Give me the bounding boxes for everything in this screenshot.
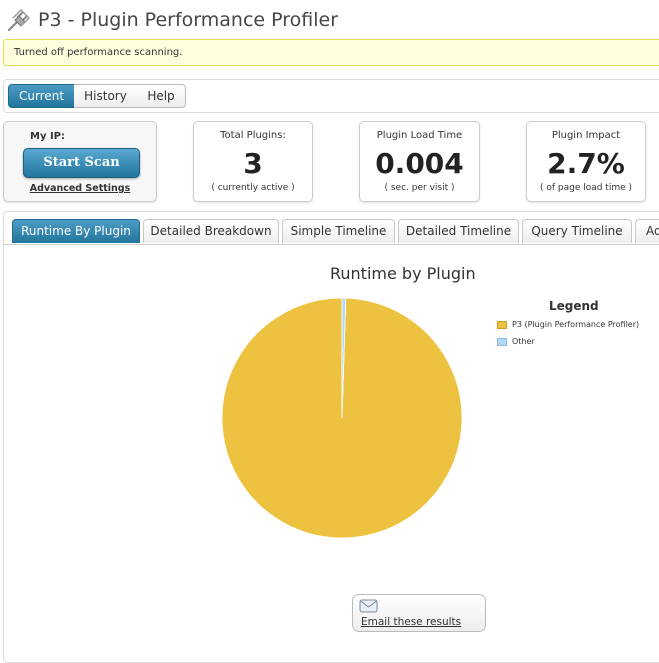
page-title: P3 - Plugin Performance Profiler — [38, 9, 339, 31]
load-time-value: 0.004 — [375, 147, 464, 180]
tab-detailed-breakdown[interactable]: Detailed Breakdown — [143, 219, 279, 243]
tab-advanced[interactable]: Ad — [635, 219, 659, 243]
tab-query-timeline[interactable]: Query Timeline — [522, 219, 632, 243]
email-results-button[interactable]: Email these results — [352, 594, 486, 632]
chart-title: Runtime by Plugin — [330, 264, 476, 283]
advanced-settings-link[interactable]: Advanced Settings — [4, 183, 156, 194]
tab-simple-timeline[interactable]: Simple Timeline — [282, 219, 395, 243]
legend-title: Legend — [549, 299, 599, 313]
tab-history[interactable]: History — [74, 84, 138, 108]
total-plugins-title: Total Plugins: — [220, 130, 286, 141]
notice-banner: Turned off performance scanning. — [3, 39, 659, 66]
impact-title: Plugin Impact — [551, 130, 621, 141]
email-results-label: Email these results — [361, 616, 462, 628]
tab-current[interactable]: Current — [8, 84, 75, 108]
pie-chart — [221, 297, 463, 539]
scan-box: My IP: Start Scan Advanced Settings — [3, 121, 157, 202]
tab-help[interactable]: Help — [137, 84, 186, 108]
tab-runtime-by-plugin[interactable]: Runtime By Plugin — [12, 219, 140, 243]
my-ip-label: My IP: — [30, 131, 65, 142]
total-plugins-box: Total Plugins: 3 ( currently active ) — [193, 121, 313, 202]
legend-item-other: Other — [497, 337, 535, 346]
notice-text: Turned off performance scanning. — [14, 47, 183, 58]
total-plugins-note: ( currently active ) — [211, 183, 295, 193]
legend-label-other: Other — [512, 337, 535, 346]
load-time-title: Plugin Load Time — [376, 130, 463, 141]
impact-note: ( of page load time ) — [539, 183, 633, 193]
total-plugins-value: 3 — [243, 147, 263, 180]
envelope-icon — [359, 599, 378, 613]
legend-item-p3: P3 (Plugin Performance Profiler) — [497, 320, 639, 329]
legend-label-p3: P3 (Plugin Performance Profiler) — [512, 320, 640, 329]
impact-box: Plugin Impact 2.7% ( of page load time ) — [526, 121, 646, 202]
plug-icon — [7, 8, 31, 32]
start-scan-button[interactable]: Start Scan — [23, 148, 140, 178]
legend-swatch-other — [497, 337, 507, 346]
tab-detailed-timeline[interactable]: Detailed Timeline — [398, 219, 519, 243]
legend-swatch-p3 — [497, 320, 507, 329]
impact-value: 2.7% — [547, 147, 625, 180]
top-tab-bar: Current History Help — [3, 79, 659, 113]
load-time-box: Plugin Load Time 0.004 ( sec. per visit … — [359, 121, 480, 202]
load-time-note: ( sec. per visit ) — [384, 183, 455, 193]
